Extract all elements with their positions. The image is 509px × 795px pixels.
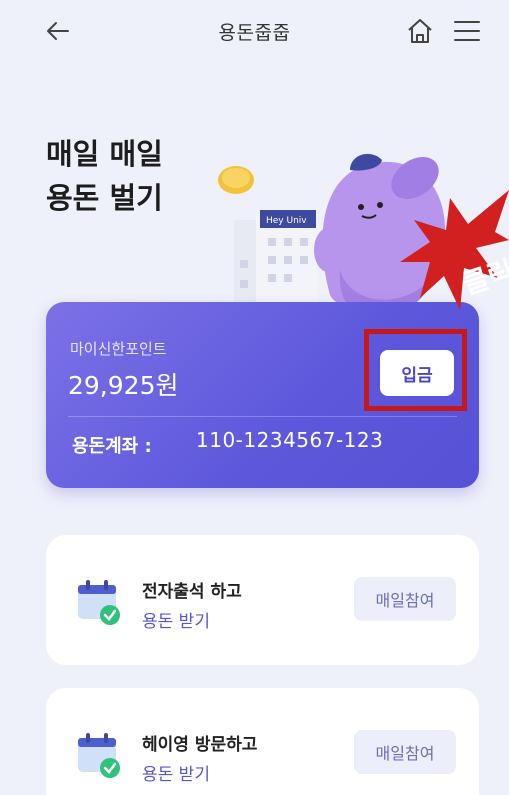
hero-line-2: 용돈 벌기 bbox=[46, 181, 163, 215]
task-title: 전자출석 하고 bbox=[142, 582, 242, 602]
daily-join-button[interactable]: 매일참여 bbox=[354, 730, 456, 774]
point-value: 29,925원 bbox=[68, 371, 179, 400]
hero-line-1: 매일 매일 bbox=[46, 137, 163, 171]
highlight-box bbox=[364, 329, 467, 411]
menu-button[interactable] bbox=[452, 17, 482, 45]
home-button[interactable] bbox=[404, 15, 436, 47]
task-subtitle: 용돈 받기 bbox=[142, 612, 210, 632]
daily-join-button[interactable]: 매일참여 bbox=[354, 577, 456, 621]
calendar-check-icon bbox=[78, 733, 120, 778]
account-label: 용돈계좌 : bbox=[72, 436, 152, 457]
building-sign: Hey Univ bbox=[266, 216, 307, 226]
task-card-visit: 헤이영 방문하고 용돈 받기 매일참여 bbox=[46, 688, 479, 795]
account-number: 110-1234567-123 bbox=[196, 428, 384, 452]
task-card-attendance: 전자출석 하고 용돈 받기 매일참여 bbox=[46, 535, 479, 665]
hero-heading: 매일 매일 용돈 벌기 bbox=[46, 132, 163, 220]
task-title: 헤이영 방문하고 bbox=[142, 735, 258, 755]
home-icon bbox=[408, 19, 432, 43]
hamburger-menu-icon bbox=[454, 21, 480, 41]
top-bar: 용돈줍줍 bbox=[0, 0, 509, 62]
card-divider bbox=[68, 416, 457, 417]
task-subtitle: 용돈 받기 bbox=[142, 765, 210, 785]
calendar-check-icon bbox=[78, 580, 120, 625]
point-label: 마이신한포인트 bbox=[70, 340, 167, 358]
